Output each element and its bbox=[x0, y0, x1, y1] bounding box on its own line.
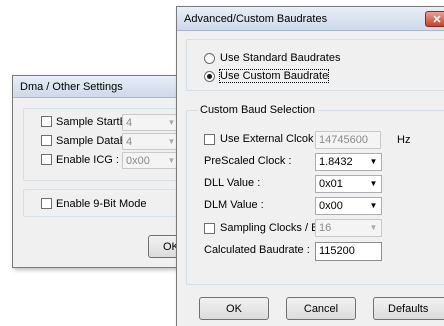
use-standard-baudrates-label: Use Standard Baudrates bbox=[220, 52, 341, 64]
sample-databit-value: 4 bbox=[126, 136, 133, 148]
sample-startbit-checkbox[interactable] bbox=[41, 116, 52, 127]
prescaled-clock-label: PreScaled Clock : bbox=[204, 155, 292, 167]
dll-value-combo[interactable]: 0x01 ▼ bbox=[315, 175, 382, 193]
use-custom-baudrate-label: Use Custom Baudrate bbox=[218, 69, 330, 83]
enable-icg-value: 0x00 bbox=[126, 155, 150, 167]
ok-button[interactable]: OK bbox=[199, 297, 269, 320]
enable-9bit-label: Enable 9-Bit Mode bbox=[56, 198, 147, 210]
dll-value-label: DLL Value : bbox=[204, 177, 261, 189]
dma-client-area: Sample StartBit : 4 ▼ Sample DataBit : 4… bbox=[14, 98, 188, 266]
baudrates-dialog-title: Advanced/Custom Baudrates bbox=[184, 13, 328, 25]
use-custom-baudrate-radio[interactable] bbox=[204, 71, 215, 82]
ok-label: OK bbox=[226, 302, 242, 315]
chevron-down-icon: ▼ bbox=[369, 179, 378, 188]
external-clock-value: 14745600 bbox=[319, 134, 368, 146]
prescaled-clock-value: 1.8432 bbox=[319, 156, 353, 168]
chevron-down-icon: ▼ bbox=[369, 157, 378, 166]
dlm-value: 0x00 bbox=[319, 200, 343, 212]
sample-databit-checkbox[interactable] bbox=[41, 135, 52, 146]
cancel-label: Cancel bbox=[303, 302, 339, 315]
sample-startbit-combo[interactable]: 4 ▼ bbox=[122, 114, 180, 131]
sampling-clocks-combo[interactable]: 16 ▼ bbox=[315, 219, 382, 237]
dlm-value-label: DLM Value : bbox=[204, 199, 264, 211]
dma-dialog-title: Dma / Other Settings bbox=[20, 81, 123, 93]
enable-icg-combo[interactable]: 0x00 ▼ bbox=[122, 152, 180, 169]
enable-9bit-checkbox[interactable] bbox=[41, 198, 52, 209]
baudrates-dialog: Advanced/Custom Baudrates ✕ Use Standard… bbox=[176, 6, 444, 326]
sampling-clocks-label: Sampling Clocks / Bit : bbox=[220, 222, 331, 234]
external-clock-field[interactable]: 14745600 bbox=[315, 131, 381, 149]
sampling-clocks-value: 16 bbox=[319, 222, 332, 234]
use-standard-baudrates-radio[interactable] bbox=[204, 53, 215, 64]
calculated-baudrate-label: Calculated Baudrate : bbox=[204, 244, 310, 256]
sample-databit-combo[interactable]: 4 ▼ bbox=[122, 133, 180, 150]
calculated-baudrate-field: 115200 bbox=[315, 242, 382, 261]
dll-value: 0x01 bbox=[319, 178, 343, 190]
baud-mode-group bbox=[186, 39, 444, 91]
baudrates-client-area: Use Standard Baudrates Use Custom Baudra… bbox=[178, 31, 444, 326]
prescaled-clock-combo[interactable]: 1.8432 ▼ bbox=[315, 153, 382, 171]
sampling-clocks-checkbox[interactable] bbox=[204, 223, 215, 234]
cancel-button[interactable]: Cancel bbox=[286, 297, 356, 320]
baudrates-titlebar[interactable]: Advanced/Custom Baudrates ✕ bbox=[177, 7, 444, 31]
enable-icg-label: Enable ICG : bbox=[56, 154, 119, 166]
defaults-button[interactable]: Defaults bbox=[373, 297, 444, 320]
chevron-down-icon: ▼ bbox=[369, 201, 378, 210]
enable-icg-checkbox[interactable] bbox=[41, 154, 52, 165]
close-icon: ✕ bbox=[432, 13, 442, 26]
sample-startbit-value: 4 bbox=[126, 117, 133, 129]
external-clock-unit: Hz bbox=[397, 134, 411, 146]
calculated-baudrate-value: 115200 bbox=[319, 245, 355, 257]
chevron-down-icon: ▼ bbox=[369, 223, 378, 232]
dma-titlebar[interactable]: Dma / Other Settings bbox=[13, 76, 187, 98]
custom-baud-group-title: Custom Baud Selection bbox=[198, 104, 317, 116]
dma-settings-dialog: Dma / Other Settings Sample StartBit : 4… bbox=[12, 75, 188, 268]
use-external-clock-checkbox[interactable] bbox=[204, 134, 215, 145]
use-external-clock-label: Use External Clcok bbox=[220, 133, 314, 145]
dlm-value-combo[interactable]: 0x00 ▼ bbox=[315, 197, 382, 215]
defaults-label: Defaults bbox=[388, 302, 429, 315]
close-button[interactable]: ✕ bbox=[425, 11, 444, 27]
